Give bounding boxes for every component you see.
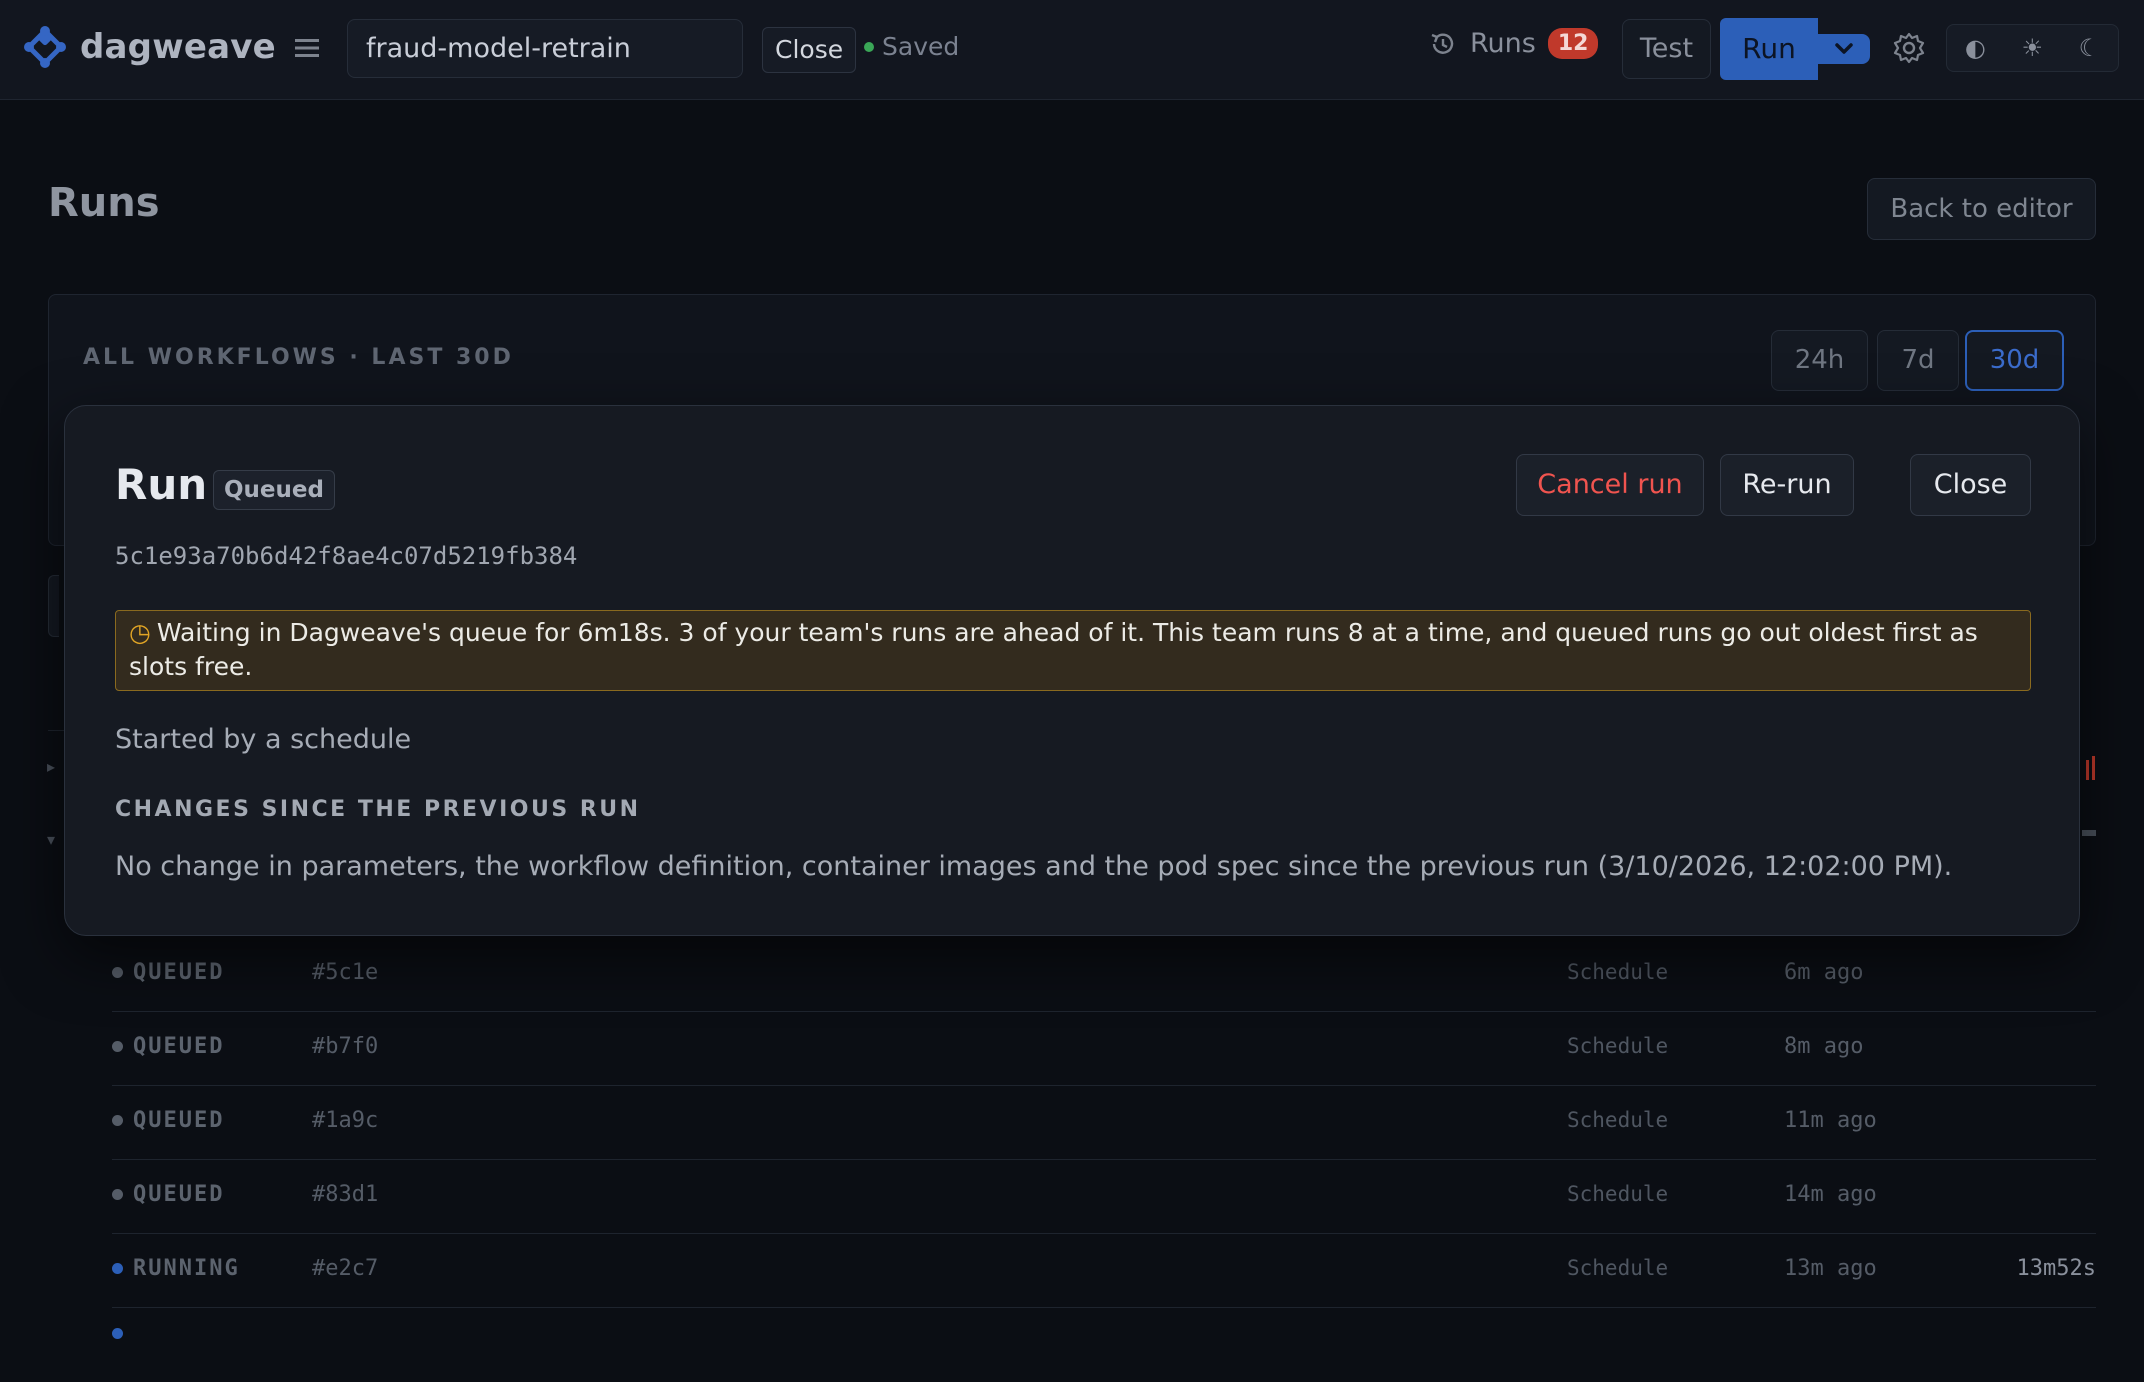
dark-theme-icon[interactable]: ☾ (2079, 34, 2101, 62)
hidden-control (48, 575, 59, 637)
status-label: QUEUED (133, 1034, 225, 1059)
run-status: RUNNING (112, 1256, 240, 1281)
run-id: #83d1 (312, 1182, 379, 1207)
brand-name: dagweave (80, 27, 276, 67)
status-dot-icon (112, 1328, 123, 1339)
run-status: QUEUED (112, 1182, 224, 1207)
status-label: RUNNING (133, 1256, 240, 1281)
cancel-run-button[interactable]: Cancel run (1516, 454, 1704, 516)
error-bar (2092, 756, 2095, 780)
run-id: #1a9c (312, 1108, 379, 1133)
run-status: QUEUED (112, 960, 224, 985)
queue-notice: ◷ Waiting in Dagweave's queue for 6m18s. … (115, 610, 2031, 691)
run-options-dropdown[interactable] (1818, 34, 1870, 64)
status-dot-icon (112, 1189, 123, 1200)
run-id: #e2c7 (312, 1256, 379, 1281)
rerun-button[interactable]: Re-run (1720, 454, 1854, 516)
theme-switcher: ◐ ☀ ☾ (1946, 24, 2119, 72)
run-detail-modal: Run Queued Cancel run Re-run Close 5c1e9… (64, 405, 2080, 936)
status-dot-icon (112, 1115, 123, 1126)
run-id: #b7f0 (312, 1034, 379, 1059)
range-30d-button[interactable]: 30d (1965, 330, 2064, 391)
run-age: 14m ago (1784, 1182, 1877, 1207)
runs-nav-label: Runs (1470, 28, 1536, 59)
status-badge: Queued (213, 470, 335, 510)
light-theme-icon[interactable]: ☀ (2021, 34, 2043, 62)
chevron-down-icon (1835, 43, 1853, 54)
run-duration: 13m52s (2016, 1256, 2096, 1281)
dagweave-logo-icon (24, 26, 66, 68)
changes-text: No change in parameters, the workflow de… (115, 851, 1953, 882)
run-button[interactable]: Run (1720, 18, 1818, 80)
auto-theme-icon[interactable]: ◐ (1965, 34, 1986, 62)
saved-dot-icon (864, 41, 874, 52)
queue-notice-text: Waiting in Dagweave's queue for 6m18s. 3… (129, 618, 1978, 681)
brand[interactable]: dagweave (24, 26, 276, 68)
run-trigger: Schedule (1567, 1034, 1669, 1058)
runs-nav-button[interactable]: Runs 12 (1428, 28, 1599, 59)
error-bar (2086, 760, 2089, 780)
range-7d-button[interactable]: 7d (1877, 330, 1959, 391)
saved-label: Saved (882, 32, 960, 61)
run-hash: 5c1e93a70b6d42f8ae4c07d5219fb384 (115, 542, 578, 570)
gear-icon[interactable] (1892, 31, 1926, 65)
divider (48, 730, 64, 731)
collapse-icon[interactable]: ▾ (47, 830, 55, 849)
workflow-name-input[interactable] (347, 19, 743, 78)
run-id: #5c1e (312, 960, 379, 985)
close-workflow-button[interactable]: Close (762, 27, 857, 73)
expand-icon[interactable]: ▸ (47, 757, 55, 776)
run-status: QUEUED (112, 1034, 224, 1059)
sparkline (2082, 830, 2096, 836)
menu-icon[interactable] (292, 33, 322, 63)
page-title: Runs (48, 180, 160, 226)
top-bar: dagweave Close Saved Runs 12 Test Run ◐ … (0, 0, 2144, 100)
run-status (112, 1328, 123, 1339)
run-age: 13m ago (1784, 1256, 1877, 1281)
table-row[interactable]: RUNNING #e2c7 Schedule 13m ago 13m52s (112, 1234, 2096, 1308)
runs-count-badge: 12 (1547, 28, 1599, 59)
status-label: QUEUED (133, 960, 225, 985)
back-to-editor-button[interactable]: Back to editor (1867, 178, 2096, 240)
test-button[interactable]: Test (1622, 19, 1711, 79)
status-label: QUEUED (133, 1108, 225, 1133)
changes-heading: CHANGES SINCE THE PREVIOUS RUN (115, 797, 641, 822)
run-trigger: Schedule (1567, 1108, 1669, 1132)
status-dot-icon (112, 1041, 123, 1052)
range-24h-button[interactable]: 24h (1771, 330, 1868, 391)
table-row[interactable] (112, 1308, 2096, 1382)
save-status: Saved (864, 32, 959, 61)
table-row[interactable]: QUEUED #5c1e Schedule 6m ago (112, 938, 2096, 1012)
run-age: 6m ago (1784, 960, 1864, 985)
status-dot-icon (112, 967, 123, 978)
modal-title: Run (115, 460, 208, 509)
table-row[interactable]: QUEUED #83d1 Schedule 14m ago (112, 1160, 2096, 1234)
panel-label: ALL WORKFLOWS · LAST 30D (83, 345, 514, 370)
started-by: Started by a schedule (115, 724, 412, 755)
run-trigger: Schedule (1567, 1256, 1669, 1280)
table-row[interactable]: QUEUED #b7f0 Schedule 8m ago (112, 1012, 2096, 1086)
status-dot-icon (112, 1263, 123, 1274)
clock-icon: ◷ (129, 618, 151, 647)
run-age: 8m ago (1784, 1034, 1864, 1059)
run-age: 11m ago (1784, 1108, 1877, 1133)
history-icon (1431, 33, 1454, 54)
close-modal-button[interactable]: Close (1910, 454, 2031, 516)
status-label: QUEUED (133, 1182, 225, 1207)
table-row[interactable]: QUEUED #1a9c Schedule 11m ago (112, 1086, 2096, 1160)
run-trigger: Schedule (1567, 960, 1669, 984)
run-trigger: Schedule (1567, 1182, 1669, 1206)
run-status: QUEUED (112, 1108, 224, 1133)
